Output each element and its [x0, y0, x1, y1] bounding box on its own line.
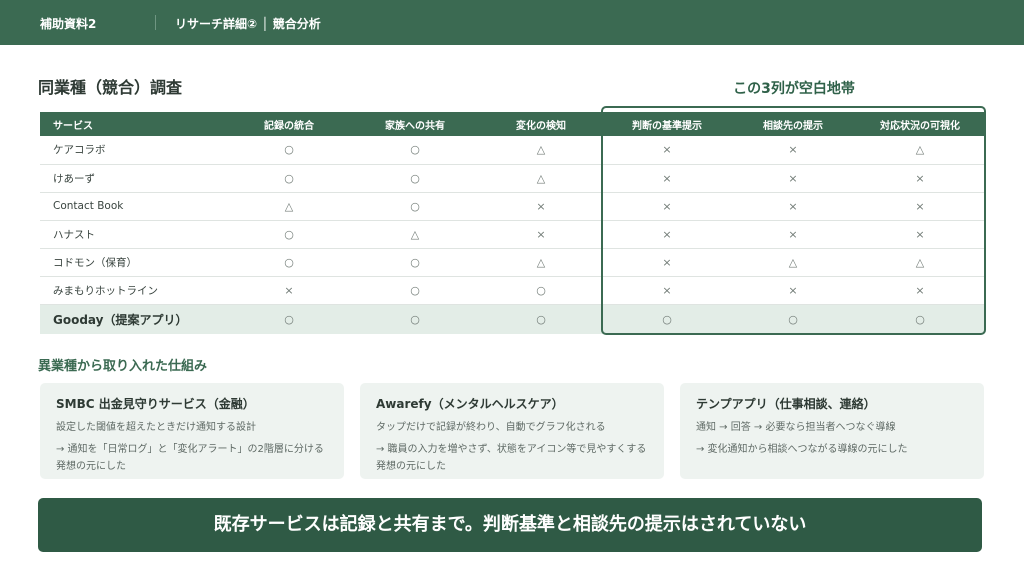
rating-cell: △: [478, 136, 604, 165]
service-name: けあーず: [40, 164, 226, 193]
table-row: けあーず ○ ○ △ × × ×: [40, 164, 984, 193]
rating-cell: ○: [226, 164, 352, 193]
rating-cell: △: [730, 248, 856, 277]
rating-cell: ×: [856, 164, 984, 193]
gap-label: この3列が空白地帯: [733, 81, 855, 97]
service-name: コドモン（保育）: [40, 248, 226, 277]
rating-cell: △: [226, 192, 352, 221]
rating-cell: ○: [352, 248, 478, 277]
section-title: 同業種（競合）調査: [38, 78, 183, 97]
rating-cell: ○: [352, 192, 478, 221]
rating-cell: △: [478, 248, 604, 277]
header-divider: [155, 15, 156, 30]
card-description: 設定した閾値を超えたときだけ通知する設計: [56, 422, 256, 433]
rating-cell: ○: [352, 136, 478, 165]
other-industry-title: 異業種から取り入れた仕組み: [38, 359, 208, 374]
column-header-consultation-contact: 相談先の提示: [730, 112, 856, 136]
conclusion-banner: 既存サービスは記録と共有まで。判断基準と相談先の提示はされていない: [38, 498, 982, 552]
rating-cell: ×: [730, 276, 856, 305]
table-row: ケアコラボ ○ ○ △ × × △: [40, 136, 984, 165]
document-label: 補助資料2: [40, 17, 97, 31]
column-header-change-detection: 変化の検知: [478, 112, 604, 136]
rating-cell: ○: [226, 136, 352, 165]
rating-cell: ○: [352, 304, 478, 334]
table-row: コドモン（保育） ○ ○ △ × △ △: [40, 248, 984, 277]
rating-cell: ×: [604, 164, 730, 193]
rating-cell: ○: [856, 304, 984, 334]
rating-cell: ×: [730, 192, 856, 221]
rating-cell: ×: [856, 220, 984, 249]
service-name: みまもりホットライン: [40, 276, 226, 305]
top-header-bar: 補助資料2 リサーチ詳細② │ 競合分析: [0, 0, 1024, 45]
rating-cell: ×: [856, 192, 984, 221]
rating-cell: ×: [478, 192, 604, 221]
card-note: → 職員の入力を増やさず、状態をアイコン等で見やすくする発想の元にした: [376, 444, 647, 472]
rating-cell: ○: [478, 276, 604, 305]
column-header-family-sharing: 家族への共有: [352, 112, 478, 136]
reference-card-smbc: SMBC 出金見守りサービス（金融） 設定した閾値を超えたときだけ通知する設計 …: [40, 383, 344, 479]
comparison-table: サービス 記録の統合 家族への共有 変化の検知 判断の基準提示 相談先の提示 対…: [40, 112, 984, 334]
card-note: → 変化通知から相談へつながる導線の元にした: [696, 444, 908, 455]
card-description: 通知 → 回答 → 必要なら担当者へつなぐ導線: [696, 422, 896, 433]
rating-cell: ×: [478, 220, 604, 249]
breadcrumb: リサーチ詳細② │ 競合分析: [175, 17, 321, 31]
service-name: ケアコラボ: [40, 136, 226, 165]
rating-cell: ×: [604, 136, 730, 165]
rating-cell: ○: [226, 248, 352, 277]
card-description: タップだけで記録が終わり、自動でグラフ化される: [376, 422, 606, 433]
card-note: → 通知を「日常ログ」と「変化アラート」の2階層に分ける発想の元にした: [56, 444, 324, 472]
column-header-service: サービス: [40, 112, 226, 136]
service-name: Contact Book: [40, 192, 226, 221]
card-title: Awarefy（メンタルヘルスケア）: [376, 397, 564, 411]
rating-cell: ○: [604, 304, 730, 334]
highlighted-row-proposed-app: Gooday（提案アプリ） ○ ○ ○ ○ ○ ○: [40, 304, 984, 334]
rating-cell: ×: [730, 164, 856, 193]
column-header-record-integration: 記録の統合: [226, 112, 352, 136]
rating-cell: △: [352, 220, 478, 249]
table-row: Contact Book △ ○ × × × ×: [40, 192, 984, 221]
rating-cell: ○: [478, 304, 604, 334]
rating-cell: ○: [226, 304, 352, 334]
reference-card-awarefy: Awarefy（メンタルヘルスケア） タップだけで記録が終わり、自動でグラフ化さ…: [360, 383, 664, 479]
table-header-row: サービス 記録の統合 家族への共有 変化の検知 判断の基準提示 相談先の提示 対…: [40, 112, 984, 136]
reference-card-temp-app: テンプアプリ（仕事相談、連絡） 通知 → 回答 → 必要なら担当者へつなぐ導線 …: [680, 383, 984, 479]
rating-cell: ×: [604, 192, 730, 221]
column-header-judgment-criteria: 判断の基準提示: [604, 112, 730, 136]
rating-cell: ×: [730, 220, 856, 249]
service-name: ハナスト: [40, 220, 226, 249]
service-name: Gooday（提案アプリ）: [40, 304, 226, 334]
rating-cell: ×: [604, 276, 730, 305]
rating-cell: ○: [730, 304, 856, 334]
table-row: ハナスト ○ △ × × × ×: [40, 220, 984, 249]
table-row: みまもりホットライン × ○ ○ × × ×: [40, 276, 984, 305]
rating-cell: ○: [352, 164, 478, 193]
rating-cell: △: [478, 164, 604, 193]
rating-cell: ○: [352, 276, 478, 305]
rating-cell: △: [856, 248, 984, 277]
rating-cell: ×: [604, 220, 730, 249]
rating-cell: △: [856, 136, 984, 165]
rating-cell: ×: [856, 276, 984, 305]
rating-cell: ○: [226, 220, 352, 249]
rating-cell: ×: [604, 248, 730, 277]
card-title: テンプアプリ（仕事相談、連絡）: [696, 397, 876, 411]
column-header-status-visibility: 対応状況の可視化: [856, 112, 984, 136]
rating-cell: ×: [226, 276, 352, 305]
rating-cell: ×: [730, 136, 856, 165]
card-title: SMBC 出金見守りサービス（金融）: [56, 397, 255, 411]
